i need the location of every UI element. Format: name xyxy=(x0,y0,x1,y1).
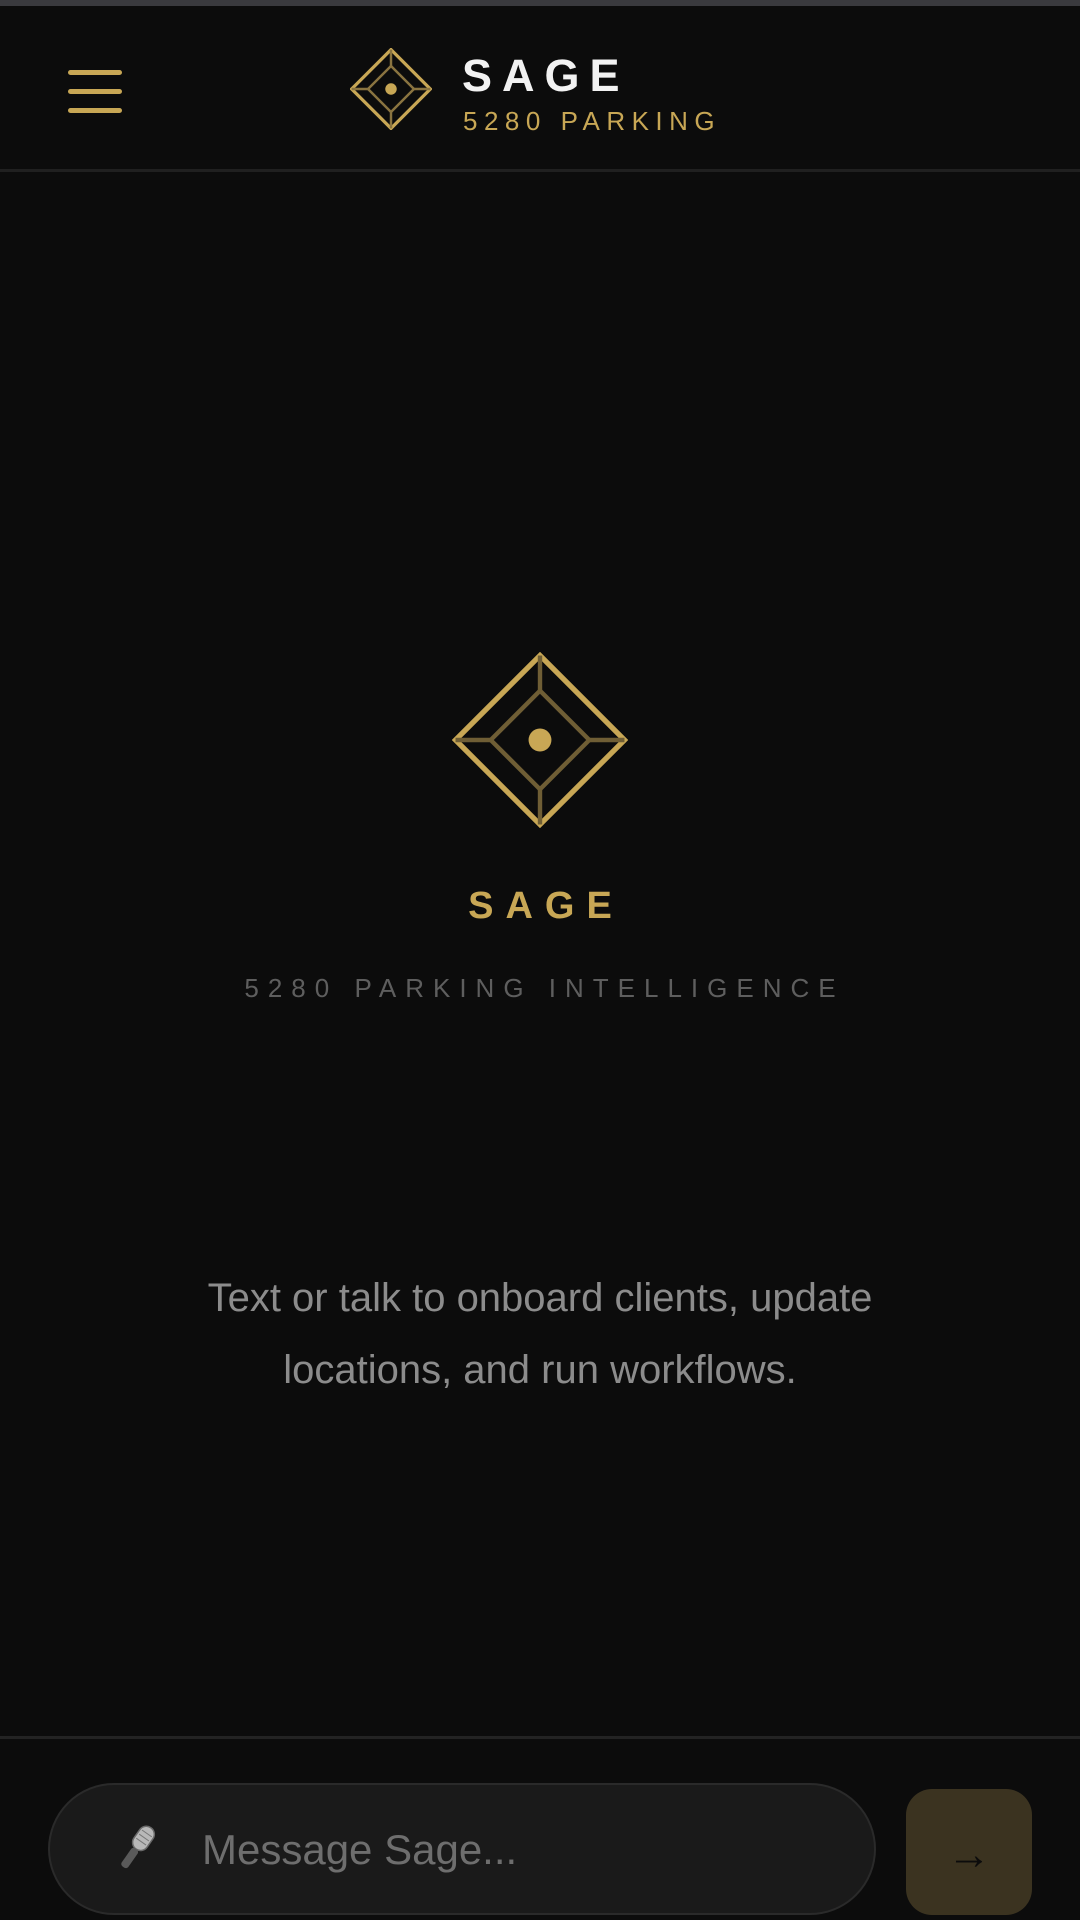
chat-empty-state: SAGE 5280 PARKING INTELLIGENCE Text or t… xyxy=(0,172,1080,1736)
diamond-logo-icon xyxy=(350,48,432,130)
menu-button[interactable] xyxy=(60,62,130,122)
composer-bar: → xyxy=(0,1736,1080,1920)
app-subtitle: 5280 PARKING xyxy=(463,106,722,136)
hero-subtitle: 5280 PARKING INTELLIGENCE xyxy=(244,973,845,1003)
message-input-container[interactable] xyxy=(48,1783,876,1915)
microphone-icon[interactable] xyxy=(106,1819,166,1879)
message-input[interactable] xyxy=(200,1809,844,1891)
hero-description: Text or talk to onboard clients, update … xyxy=(207,1276,873,1392)
app-header: SAGE 5280 PARKING xyxy=(0,6,1080,172)
diamond-logo-icon xyxy=(452,652,628,828)
arrow-right-icon: → xyxy=(947,1830,991,1879)
send-button[interactable]: → xyxy=(906,1789,1032,1915)
hero-title: SAGE xyxy=(468,885,624,927)
app-title: SAGE xyxy=(462,50,630,101)
